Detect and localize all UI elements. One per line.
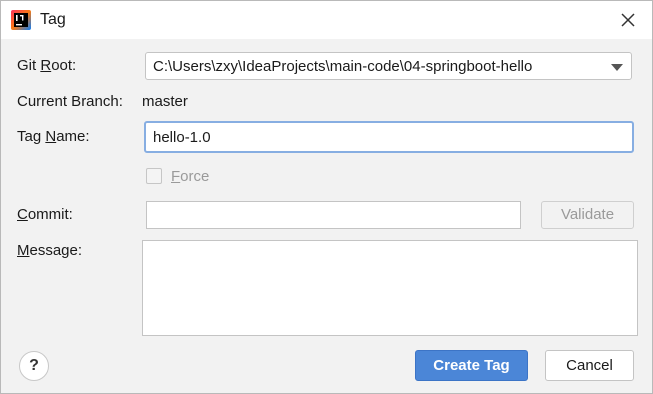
close-icon[interactable]	[618, 10, 638, 30]
title-bar: Tag	[1, 1, 652, 39]
git-root-dropdown[interactable]: C:\Users\zxy\IdeaProjects\main-code\04-s…	[145, 52, 632, 80]
tag-dialog: Tag Git Root: C:\Users\zxy\IdeaProjects\…	[0, 0, 653, 394]
force-label: Force	[171, 168, 210, 185]
validate-button[interactable]: Validate	[541, 201, 634, 229]
message-label: Message:	[17, 242, 83, 259]
commit-input[interactable]	[146, 201, 521, 229]
current-branch-label: Current Branch:	[17, 93, 123, 110]
current-branch-value: master	[142, 93, 188, 110]
force-checkbox[interactable]	[146, 168, 162, 184]
tag-name-input[interactable]	[144, 121, 634, 153]
chevron-down-icon	[611, 64, 623, 71]
help-button[interactable]: ?	[19, 351, 49, 381]
cancel-button[interactable]: Cancel	[545, 350, 634, 381]
git-root-value: C:\Users\zxy\IdeaProjects\main-code\04-s…	[153, 58, 533, 75]
git-root-label: Git Root:	[17, 57, 77, 74]
tag-name-label: Tag Name:	[17, 128, 90, 145]
intellij-idea-icon	[11, 10, 31, 30]
create-tag-button[interactable]: Create Tag	[415, 350, 528, 381]
commit-label: Commit:	[17, 206, 73, 223]
dialog-title: Tag	[40, 11, 66, 28]
message-textarea[interactable]	[142, 240, 638, 336]
